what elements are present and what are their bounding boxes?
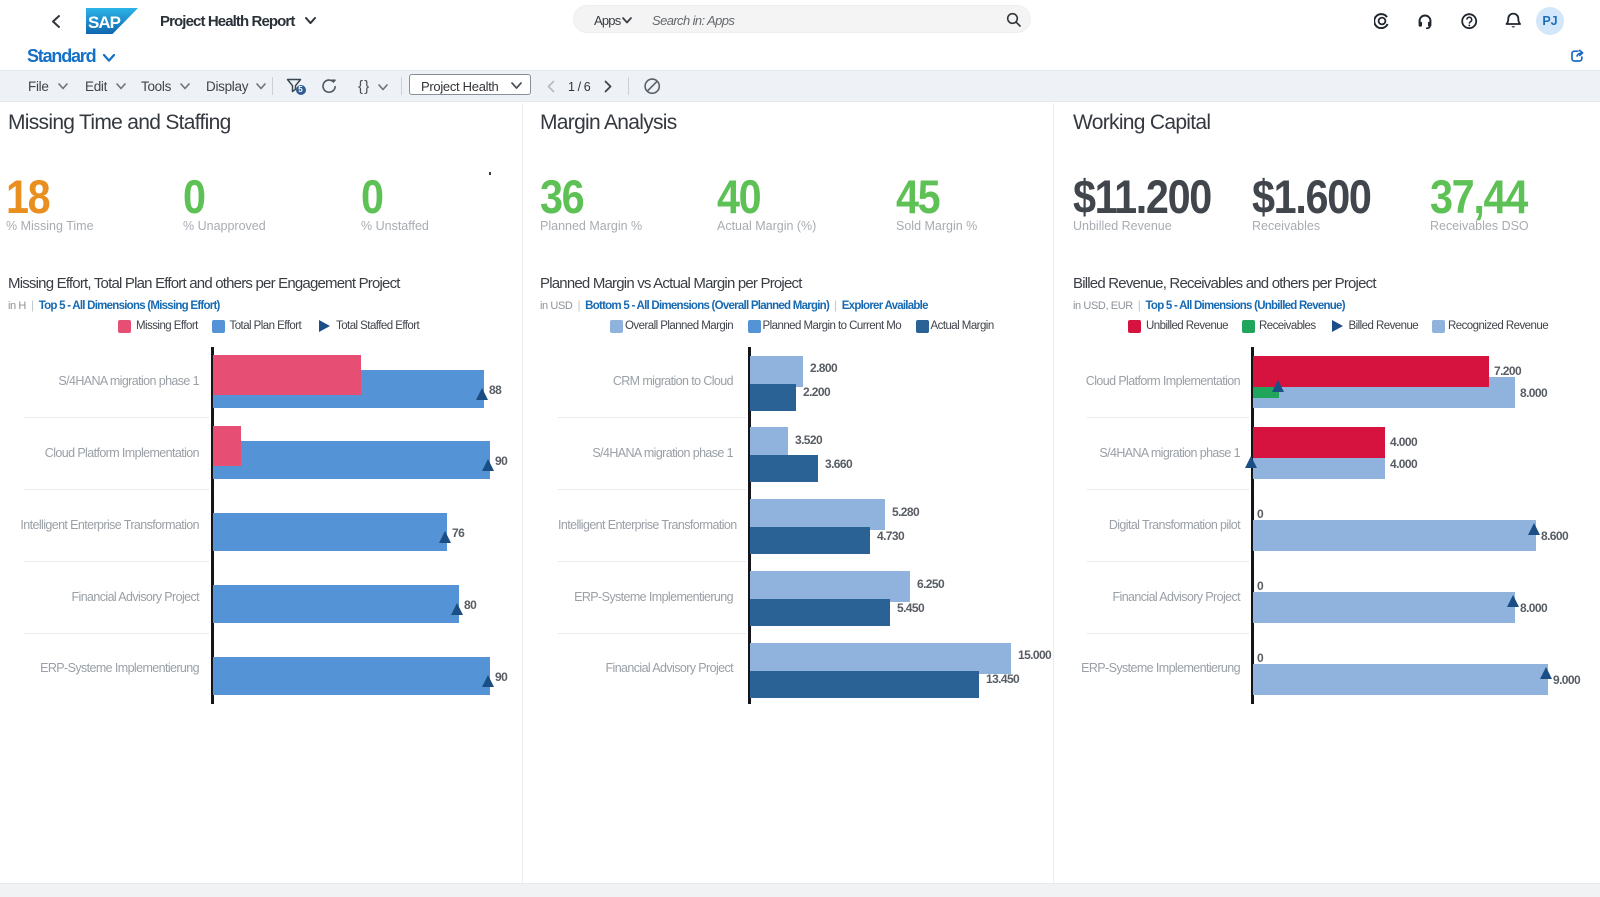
svg-text:SAP: SAP [88, 13, 121, 32]
